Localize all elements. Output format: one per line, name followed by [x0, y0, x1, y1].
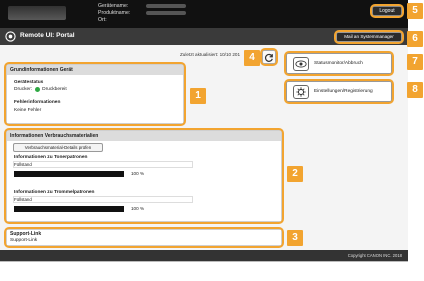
product-name-label: Produktname: — [98, 10, 131, 16]
callout-number-7: 7 — [407, 54, 423, 70]
callout-number-2: 2 — [287, 166, 303, 182]
callout-frame-8 — [284, 79, 394, 104]
page-bottom — [0, 261, 408, 281]
callout-frame-6 — [334, 30, 404, 44]
device-info-header: Gerätename: Produktname: Ort: — [98, 3, 186, 24]
callout-frame-4 — [260, 48, 278, 66]
callout-frame-5 — [370, 4, 404, 18]
callout-number-1: 1 — [190, 88, 206, 104]
callout-number-6: 6 — [407, 31, 423, 47]
brand-logo — [8, 6, 66, 20]
location-label: Ort: — [98, 17, 107, 23]
copyright-text: Copyright CANON INC. 2018 — [347, 253, 402, 258]
callout-frame-2 — [4, 128, 284, 224]
callout-frame-7 — [284, 51, 394, 76]
last-updated-text: Zuletzt aktualisiert: 10/10 201 — [180, 52, 241, 57]
callout-frame-1 — [4, 62, 186, 126]
callout-number-4: 4 — [244, 50, 260, 66]
device-name-label: Gerätename: — [98, 3, 129, 9]
callout-number-3: 3 — [287, 230, 303, 246]
callout-frame-3 — [4, 227, 284, 248]
remote-ui-icon — [5, 31, 16, 42]
page-title: Remote UI: Portal — [20, 32, 75, 39]
callout-number-5: 5 — [407, 3, 423, 19]
top-header: Gerätename: Produktname: Ort: Logout — [0, 0, 408, 28]
footer: Copyright CANON INC. 2018 — [0, 250, 408, 261]
callout-number-8: 8 — [407, 82, 423, 98]
